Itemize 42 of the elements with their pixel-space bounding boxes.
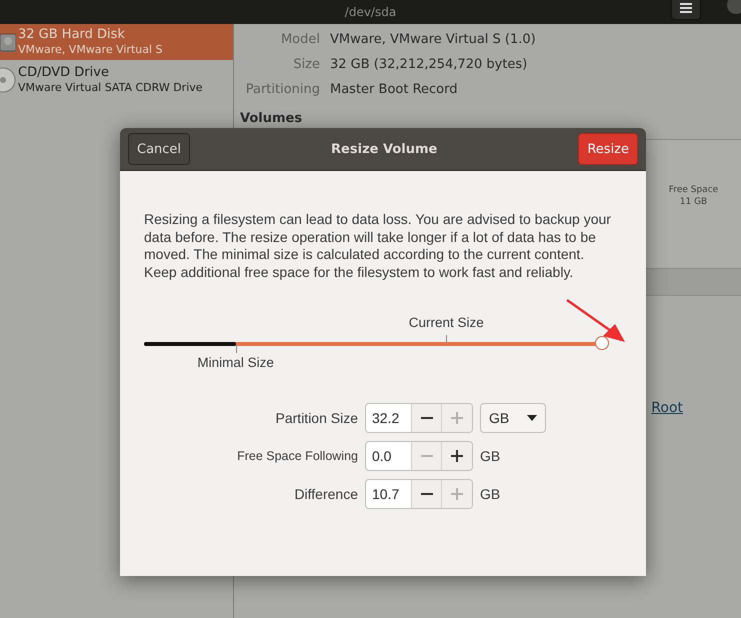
- slider-mark-label: Minimal Size: [197, 355, 274, 370]
- plus-icon: [451, 450, 463, 462]
- drive-title: 32 GB Hard Disk: [18, 27, 126, 43]
- drive-subtitle: VMware, VMware Virtual S: [18, 43, 163, 57]
- warning-message: Resizing a filesystem can lead to data loss. You are advised to backup your data before. The resize operation will take longer if a lot of data has to be moved. The minimal size is calculated according to the current content. Keep additional free space for the filesystem to work fast and reliably.: [144, 211, 612, 281]
- menu-button[interactable]: [671, 0, 701, 20]
- detail-label: Model: [280, 31, 320, 49]
- spin-field[interactable]: 0.0: [365, 441, 473, 471]
- window-subtitle: /dev/sda: [344, 5, 396, 19]
- free-space-label: Free Space: [668, 184, 718, 196]
- unit-label: GB: [480, 448, 500, 464]
- plus-icon: [451, 488, 463, 500]
- unit-label: GB: [480, 486, 500, 502]
- number-input[interactable]: 10.7: [366, 480, 412, 508]
- dialog-title: Resize Volume: [331, 142, 438, 156]
- spin-field[interactable]: 10.7: [365, 479, 473, 509]
- slider-thumb[interactable]: [595, 336, 609, 350]
- drive-subtitle: VMware Virtual SATA CDRW Drive: [18, 81, 203, 95]
- annotation-arrow: [566, 298, 625, 342]
- section-heading: Volumes: [240, 111, 302, 127]
- mount-link[interactable]: Root: [651, 400, 683, 416]
- cancel-button[interactable]: Cancel: [128, 133, 190, 165]
- detail-value: 32 GB (32,212,254,720 bytes): [330, 56, 528, 74]
- field-label: Partition Size: [276, 410, 358, 426]
- spin-field[interactable]: 32.2: [365, 403, 473, 433]
- drive-title: CD/DVD Drive: [18, 65, 110, 81]
- detail-label: Partitioning: [244, 81, 320, 99]
- detail-value: VMware, VMware Virtual S (1.0): [330, 31, 536, 49]
- slider-mark-label: Current Size: [408, 315, 484, 330]
- number-input[interactable]: 32.2: [366, 404, 412, 432]
- resize-button[interactable]: Resize: [578, 133, 638, 165]
- caret-icon: [527, 415, 537, 421]
- number-input[interactable]: 0.0: [366, 442, 412, 470]
- free-space-size: 11 GB: [680, 196, 708, 208]
- detail-value: Master Boot Record: [330, 81, 458, 99]
- unit-dropdown[interactable]: GB: [480, 403, 546, 433]
- field-label: Difference: [294, 486, 358, 502]
- plus-icon: [451, 412, 463, 424]
- field-label: Free Space Following: [237, 449, 358, 463]
- menu-icon: [680, 3, 692, 13]
- drive-item[interactable]: CD/DVD Drive VMware Virtual SATA CDRW Drive: [0, 62, 233, 98]
- detail-label: Size: [292, 56, 320, 74]
